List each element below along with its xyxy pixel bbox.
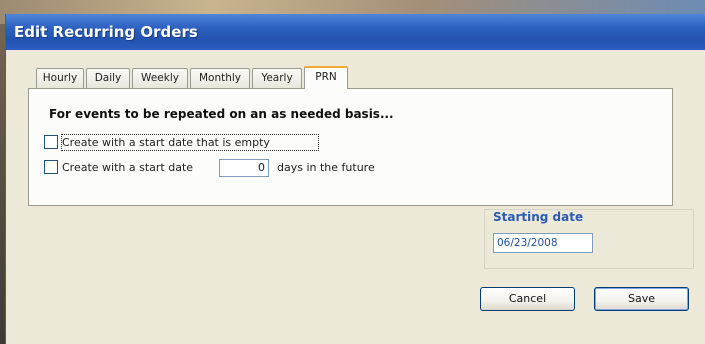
prn-heading: For events to be repeated on an as neede… (49, 107, 394, 121)
cancel-button[interactable]: Cancel (480, 287, 575, 311)
empty-start-date-checkbox[interactable] (44, 135, 58, 149)
window-title: Edit Recurring Orders (14, 23, 198, 41)
starting-date-group: Starting date 06/23/2008 (484, 209, 694, 269)
empty-start-date-option[interactable]: Create with a start date that is empty (44, 134, 324, 152)
empty-start-date-label[interactable]: Create with a start date that is empty (62, 136, 270, 149)
tab-monthly[interactable]: Monthly (190, 68, 250, 88)
future-start-date-checkbox[interactable] (44, 160, 58, 174)
title-bar[interactable]: Edit Recurring Orders (6, 14, 705, 50)
future-start-date-option[interactable]: Create with a start date 0 days in the f… (44, 159, 424, 177)
tab-yearly[interactable]: Yearly (252, 68, 302, 88)
days-in-future-input[interactable]: 0 (219, 159, 269, 177)
tab-daily[interactable]: Daily (86, 68, 130, 88)
starting-date-label: Starting date (493, 210, 584, 224)
edit-recurring-orders-dialog: Edit Recurring Orders Hourly Daily Weekl… (5, 14, 705, 344)
starting-date-input[interactable]: 06/23/2008 (493, 233, 593, 253)
tab-prn[interactable]: PRN (304, 66, 348, 89)
tab-weekly[interactable]: Weekly (132, 68, 188, 88)
tab-hourly[interactable]: Hourly (36, 68, 84, 88)
future-start-date-label[interactable]: Create with a start date (62, 161, 193, 174)
prn-tab-panel: For events to be repeated on an as neede… (28, 88, 673, 206)
days-in-future-suffix: days in the future (277, 161, 375, 174)
save-button[interactable]: Save (594, 287, 689, 311)
